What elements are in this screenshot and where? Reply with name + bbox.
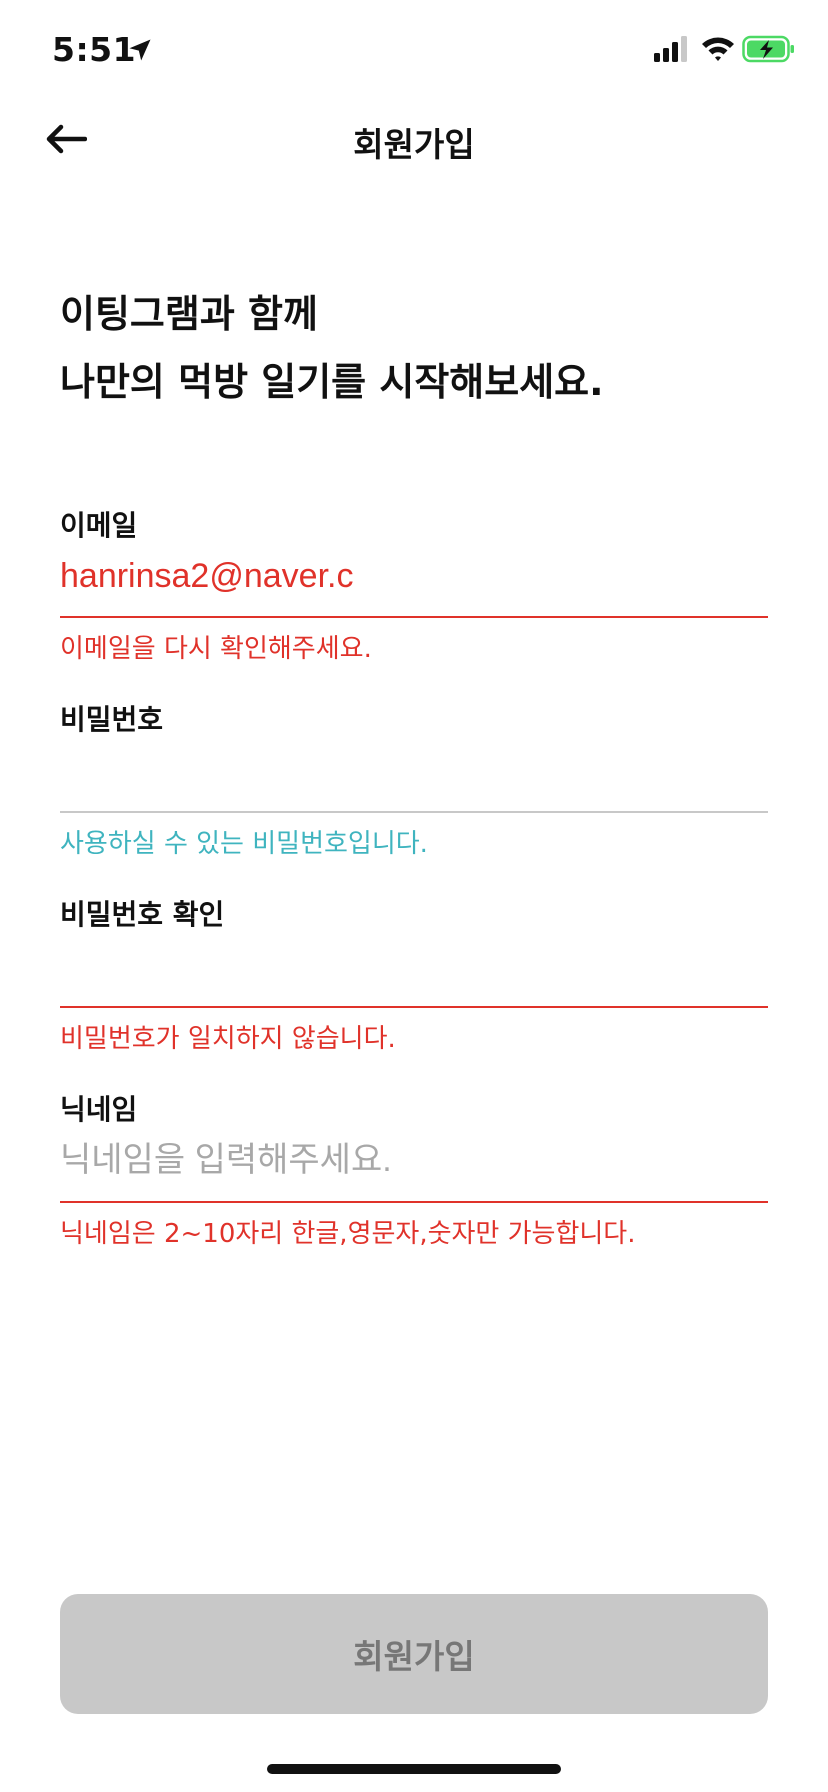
password-label: 비밀번호 <box>60 703 164 736</box>
email-label: 이메일 <box>60 509 138 542</box>
headline-line-1: 이팅그램과 함께 <box>60 292 318 336</box>
cellular-signal-icon <box>654 36 687 62</box>
password-underline <box>60 811 768 813</box>
nickname-label: 닉네임 <box>60 1093 138 1126</box>
page-title: 회원가입 <box>353 125 475 164</box>
location-arrow-icon <box>129 39 151 61</box>
password-confirm-underline <box>60 1006 768 1008</box>
home-indicator <box>267 1764 561 1774</box>
nickname-field[interactable] <box>60 1130 768 1190</box>
password-mismatch-message: 비밀번호가 일치하지 않습니다. <box>60 1024 396 1054</box>
email-underline <box>60 616 768 618</box>
status-time: 5:51 <box>52 30 137 69</box>
password-field[interactable] <box>60 740 768 800</box>
status-bar: 5:51 <box>0 0 828 100</box>
nickname-error-message: 닉네임은 2~10자리 한글,영문자,숫자만 가능합니다. <box>60 1219 636 1249</box>
email-error-message: 이메일을 다시 확인해주세요. <box>60 634 372 664</box>
password-valid-message: 사용하실 수 있는 비밀번호입니다. <box>60 829 428 859</box>
wifi-icon <box>702 37 734 61</box>
headline-line-2: 나만의 먹방 일기를 시작해보세요. <box>60 360 604 404</box>
email-field[interactable] <box>60 546 768 606</box>
battery-charging-icon <box>742 35 794 63</box>
password-confirm-label: 비밀번호 확인 <box>60 898 225 931</box>
signup-button[interactable]: 회원가입 <box>60 1594 768 1714</box>
nickname-underline <box>60 1201 768 1203</box>
nav-bar: 회원가입 <box>0 100 828 180</box>
password-confirm-field[interactable] <box>60 935 768 995</box>
welcome-headline: 이팅그램과 함께 나만의 먹방 일기를 시작해보세요. <box>60 280 604 416</box>
